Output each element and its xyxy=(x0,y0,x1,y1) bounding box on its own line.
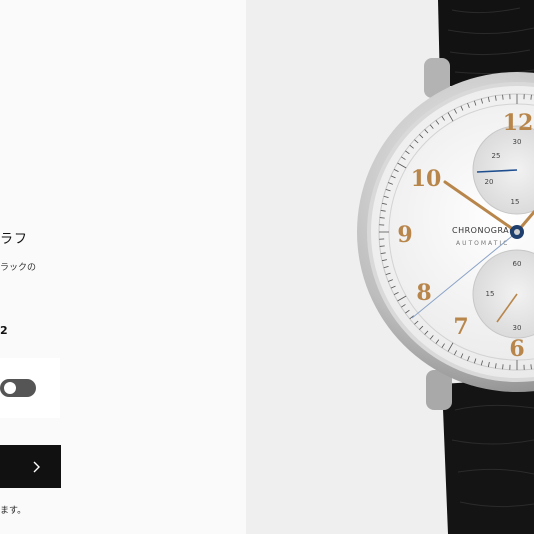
dial-tick xyxy=(530,364,532,370)
dial-tick xyxy=(530,94,532,100)
svg-text:15: 15 xyxy=(486,290,495,298)
numeral-6: 6 xyxy=(509,336,524,362)
strap-bottom xyxy=(442,378,534,534)
product-description: ラックの xyxy=(0,263,37,273)
toggle-knob xyxy=(4,382,16,394)
dial-tick xyxy=(379,245,385,247)
continue-button[interactable] xyxy=(0,445,61,488)
product-image-area: 30 25 20 15 60 15 30 12 10 9 8 7 6 CHRONOGR… xyxy=(246,0,534,534)
numeral-9: 9 xyxy=(397,222,412,248)
reference-number: 2 xyxy=(0,324,8,337)
svg-text:25: 25 xyxy=(492,152,501,160)
product-title: ラフ xyxy=(0,232,29,247)
product-panel: ラフ ラックの 2 ます。 xyxy=(0,0,246,534)
dial-tick xyxy=(379,217,385,219)
svg-text:15: 15 xyxy=(511,198,520,206)
dial-tick xyxy=(502,94,504,100)
numeral-10: 10 xyxy=(411,166,442,192)
watch-image: 3025 2015 6015 30 12 10 9 8 7 6 CHRONOGR… xyxy=(357,0,534,534)
numeral-12: 12 xyxy=(503,110,534,136)
svg-text:20: 20 xyxy=(485,178,494,186)
svg-text:30: 30 xyxy=(513,324,522,332)
numeral-7: 7 xyxy=(453,314,468,340)
numeral-8: 8 xyxy=(416,280,431,306)
svg-text:60: 60 xyxy=(513,260,522,268)
dial-tick xyxy=(502,364,504,370)
option-toggle[interactable] xyxy=(0,379,36,397)
svg-text:30: 30 xyxy=(513,138,522,146)
chevron-right-icon xyxy=(33,461,40,473)
dial-brand-line2: AUTOMATIC xyxy=(456,240,509,247)
footer-note: ます。 xyxy=(0,506,27,516)
